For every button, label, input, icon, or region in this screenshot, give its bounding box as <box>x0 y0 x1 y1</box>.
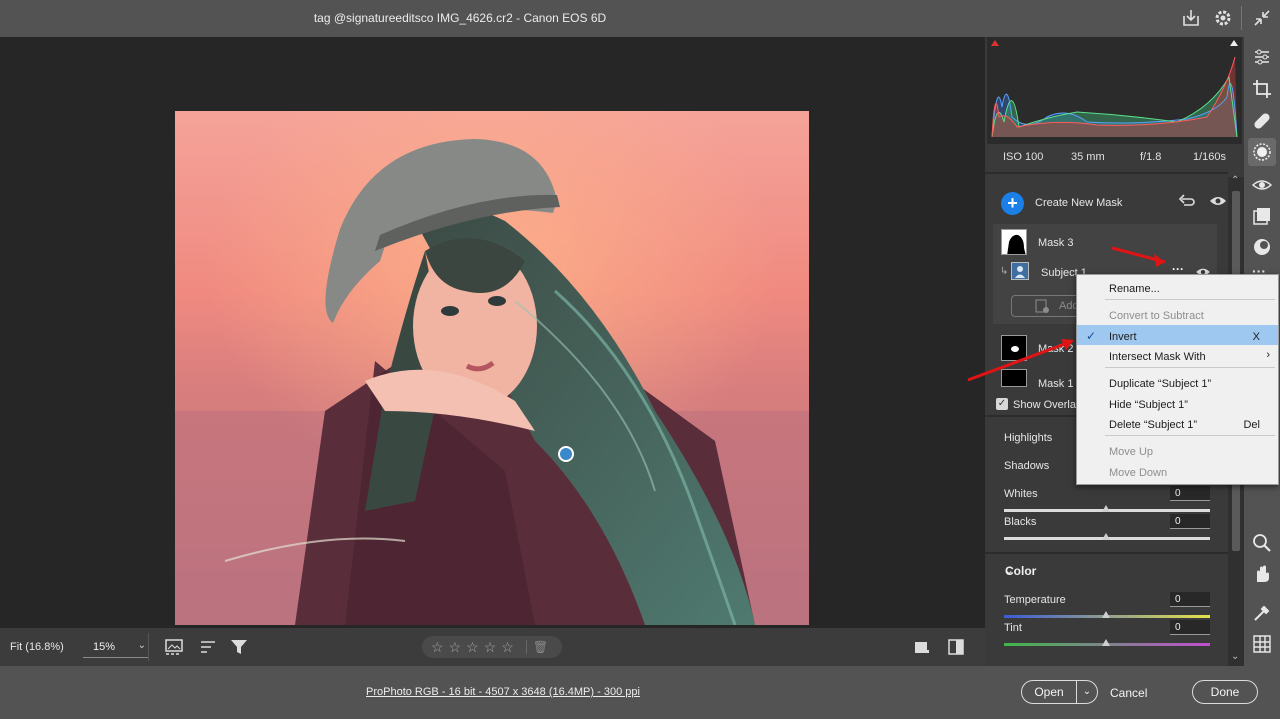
exif-focal-length: 35 mm <box>1071 151 1105 163</box>
star-icon[interactable]: ☆ <box>449 640 462 654</box>
eyedropper-icon[interactable] <box>1252 603 1272 623</box>
menu-item-move-up: Move Up <box>1109 446 1154 458</box>
photo-preview[interactable] <box>175 111 809 625</box>
cancel-button[interactable]: Cancel <box>1110 686 1147 700</box>
slider-knob[interactable] <box>1102 505 1110 512</box>
blacks-label: Blacks <box>1004 516 1037 528</box>
masking-tool-button[interactable] <box>1248 138 1276 166</box>
temperature-label: Temperature <box>1004 594 1066 606</box>
title-bar: tag @signatureeditsco IMG_4626.cr2 - Can… <box>0 0 1280 37</box>
slider-knob[interactable] <box>1102 533 1110 540</box>
menu-divider <box>1105 435 1275 436</box>
open-button[interactable]: Open ⌄ <box>1021 680 1098 704</box>
red-eye-icon[interactable] <box>1252 175 1272 195</box>
tint-value-field[interactable]: 0 <box>1170 620 1210 635</box>
zoom-level-value: 15% <box>93 641 116 653</box>
shadows-label: Shadows <box>1004 460 1050 472</box>
scroll-down-icon[interactable]: ⌄ <box>1231 651 1239 662</box>
presets-icon[interactable] <box>1252 206 1272 226</box>
zoom-fit-button[interactable]: Fit (16.8%) <box>10 641 64 653</box>
delete-shortcut: Del <box>1243 419 1260 431</box>
create-mask-label[interactable]: Create New Mask <box>1035 197 1122 209</box>
menu-item-delete[interactable]: Delete “Subject 1” Del <box>1077 413 1278 433</box>
snapshots-icon[interactable] <box>1252 237 1272 257</box>
create-mask-button[interactable]: + <box>1001 192 1024 215</box>
chevron-right-icon: › <box>1266 349 1270 361</box>
blacks-value-field[interactable]: 0 <box>1170 514 1210 529</box>
scroll-up-icon[interactable]: ⌃ <box>1231 175 1239 186</box>
save-icon[interactable] <box>1180 7 1202 29</box>
workflow-options-link[interactable]: ProPhoto RGB - 16 bit - 4507 x 3648 (16.… <box>366 686 640 698</box>
chevron-down-icon[interactable]: ⌄ <box>1077 681 1097 703</box>
eye-icon[interactable] <box>1209 194 1227 208</box>
view-bar: Fit (16.8%) 15% ⌄ ☆ ☆ ☆ ☆ ☆ 🗑 <box>0 628 985 666</box>
filmstrip-icon[interactable] <box>164 637 184 657</box>
exif-info: ISO 100 35 mm f/1.8 1/160s <box>985 144 1228 172</box>
hand-icon[interactable] <box>1252 564 1272 584</box>
color-section-title[interactable]: Color <box>1005 564 1036 578</box>
before-after-icon[interactable] <box>946 637 966 657</box>
view-bar-divider <box>148 633 149 661</box>
panel-divider <box>985 172 1228 174</box>
show-overlay-checkbox[interactable]: ✓ <box>996 398 1008 410</box>
slider-knob[interactable] <box>1102 611 1110 618</box>
gear-icon[interactable] <box>1212 7 1234 29</box>
edit-sliders-icon[interactable] <box>1252 47 1272 67</box>
rating-stars: ☆ ☆ ☆ ☆ ☆ 🗑 <box>422 636 562 658</box>
window-title: tag @signatureeditsco IMG_4626.cr2 - Can… <box>313 11 607 25</box>
menu-item-move-down: Move Down <box>1109 467 1168 479</box>
footer-bar: ProPhoto RGB - 16 bit - 4507 x 3648 (16.… <box>0 666 1280 719</box>
whites-value-field[interactable]: 0 <box>1170 486 1210 501</box>
star-icon[interactable]: ☆ <box>431 640 444 654</box>
exif-aperture: f/1.8 <box>1140 151 1162 163</box>
zoom-level-select[interactable]: 15% ⌄ <box>83 636 148 658</box>
menu-item-delete-label: Delete “Subject 1” <box>1109 419 1198 431</box>
filter-icon[interactable] <box>229 637 249 657</box>
healing-icon[interactable] <box>1252 111 1272 131</box>
slider-knob[interactable] <box>1102 639 1110 646</box>
show-overlay-label[interactable]: Show Overlay <box>1013 399 1081 411</box>
collapse-icon[interactable] <box>1251 7 1273 29</box>
image-canvas[interactable] <box>0 37 985 628</box>
histogram <box>987 37 1242 144</box>
tint-label: Tint <box>1004 622 1022 634</box>
menu-item-hide[interactable]: Hide “Subject 1” <box>1077 393 1278 413</box>
invert-shortcut: X <box>1252 331 1260 343</box>
single-view-icon[interactable] <box>912 637 932 657</box>
open-button-label[interactable]: Open <box>1022 681 1077 703</box>
highlights-label: Highlights <box>1004 432 1053 444</box>
crop-icon[interactable] <box>1252 79 1272 99</box>
panel-divider <box>985 552 1228 554</box>
sort-icon[interactable] <box>198 637 218 657</box>
trash-icon[interactable]: 🗑 <box>525 640 548 654</box>
exif-shutter: 1/160s <box>1193 151 1227 163</box>
masking-icon <box>1253 143 1271 161</box>
exif-iso: ISO 100 <box>1003 151 1044 163</box>
whites-label: Whites <box>1004 488 1038 500</box>
star-icon[interactable]: ☆ <box>501 640 514 654</box>
zoom-icon[interactable] <box>1252 533 1272 553</box>
chevron-down-icon: ⌄ <box>137 640 146 651</box>
done-button[interactable]: Done <box>1192 680 1258 704</box>
temperature-value-field[interactable]: 0 <box>1170 592 1210 607</box>
annotation-arrows <box>967 246 1166 382</box>
star-icon[interactable]: ☆ <box>484 640 497 654</box>
titlebar-divider <box>1241 6 1242 30</box>
grid-icon[interactable] <box>1252 634 1272 654</box>
reset-mask-icon[interactable] <box>1178 193 1196 209</box>
star-icon[interactable]: ☆ <box>466 640 479 654</box>
